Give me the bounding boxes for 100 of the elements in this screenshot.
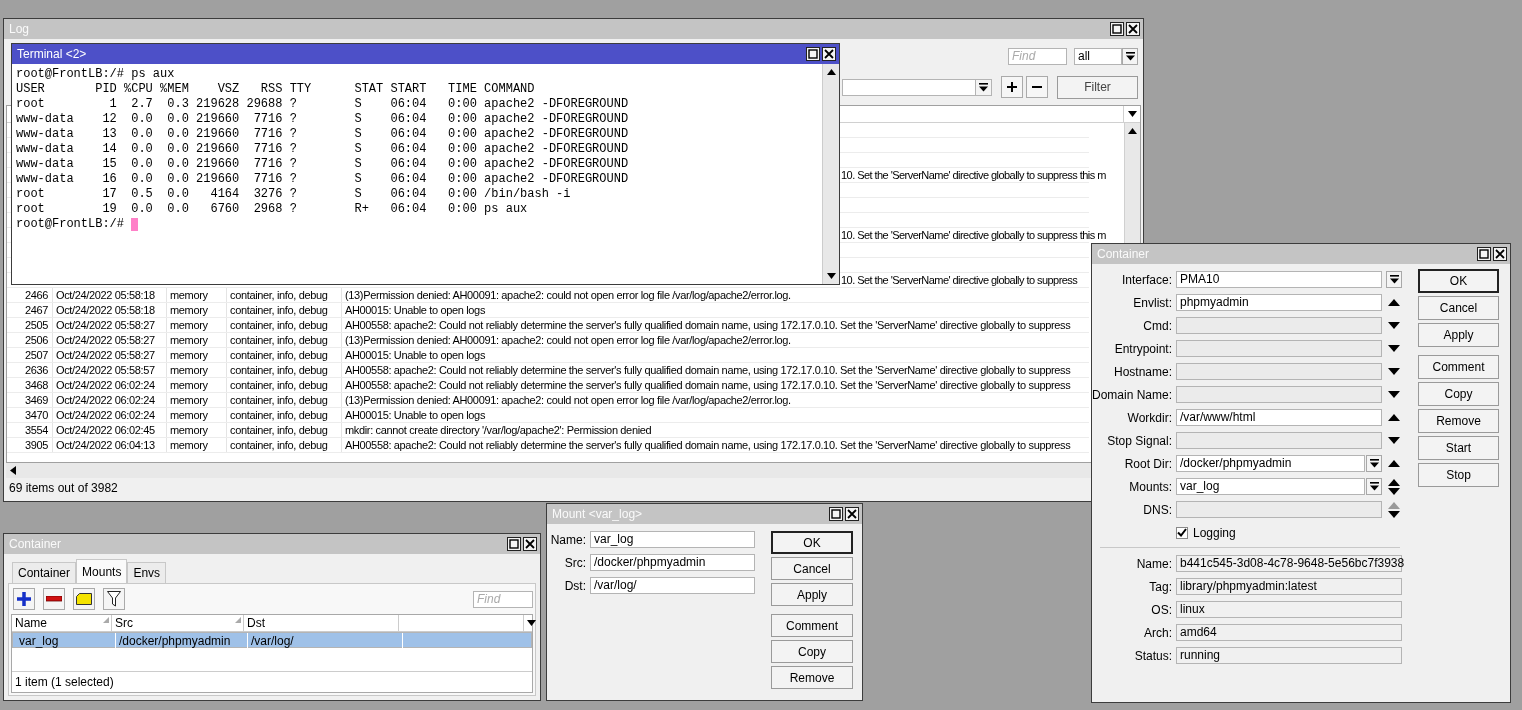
- close-button[interactable]: [1493, 247, 1507, 261]
- field-label: Cmd:: [1142, 318, 1173, 333]
- log-row[interactable]: 2506 Oct/24/2022 05:58:27 memory container, info, debug (13)Permission denied: AH00091: apache2: could not open error log file /var/log/apache2/error.log.: [7, 333, 1089, 348]
- down-arrow-icon[interactable]: [1388, 437, 1401, 444]
- input-field[interactable]: /var/log/: [590, 577, 755, 594]
- find-field[interactable]: Find: [1008, 47, 1067, 65]
- close-button[interactable]: [845, 507, 859, 521]
- log-row[interactable]: 2466 Oct/24/2022 05:58:18 memory container, info, debug (13)Permission denied: AH00091: apache2: could not open error log file /var/log/apache2/error.log.: [7, 288, 1089, 303]
- input-field[interactable]: /docker/phpmyadmin: [1176, 455, 1366, 472]
- dialog-button[interactable]: Copy: [771, 640, 853, 663]
- column-header[interactable]: Name: [12, 615, 112, 631]
- readonly-field: b441c545-3d08-4c78-9648-5e56bc7f3938: [1176, 555, 1402, 572]
- maximize-button[interactable]: [1477, 247, 1491, 261]
- input-field[interactable]: /docker/phpmyadmin: [590, 554, 755, 571]
- dialog-button[interactable]: Cancel: [771, 557, 853, 580]
- maximize-button[interactable]: [806, 47, 820, 61]
- find-field[interactable]: Find: [473, 590, 533, 608]
- log-row[interactable]: 3554 Oct/24/2022 06:02:45 memory container, info, debug mkdir: cannot create directory '/var/log/apache2': Permission denied: [7, 423, 1089, 438]
- dialog-button[interactable]: OK: [771, 531, 853, 554]
- input-field[interactable]: [1176, 501, 1383, 518]
- up-down-arrows-icon[interactable]: [1388, 501, 1401, 518]
- log-row[interactable]: 2636 Oct/24/2022 05:58:57 memory container, info, debug AH00558: apache2: Could not reliably determine the server's fully qualified domain name, using 172.17.0.10. Set the 'ServerName' directive globally to suppress: [7, 363, 1089, 378]
- up-arrow-icon: [826, 69, 836, 75]
- dropdown-icon: [1125, 51, 1135, 61]
- up-arrow-icon: [1128, 128, 1137, 134]
- checkbox[interactable]: [1176, 526, 1188, 539]
- add-button[interactable]: [13, 588, 35, 610]
- dropdown-button[interactable]: [1386, 271, 1403, 288]
- comment-button[interactable]: [73, 588, 95, 610]
- field-label: OS:: [1150, 602, 1173, 617]
- input-field[interactable]: var_log: [590, 531, 755, 548]
- close-button[interactable]: [523, 537, 537, 551]
- maximize-button[interactable]: [507, 537, 521, 551]
- input-field[interactable]: var_log: [1176, 478, 1366, 495]
- dialog-button[interactable]: Remove: [1418, 409, 1499, 433]
- down-arrow-icon[interactable]: [1388, 322, 1401, 329]
- field-label: Entrypoint:: [1113, 341, 1173, 356]
- maximize-button[interactable]: [829, 507, 843, 521]
- field-label: Interface:: [1120, 272, 1173, 287]
- dropdown-field[interactable]: [842, 78, 992, 96]
- log-row[interactable]: 2505 Oct/24/2022 05:58:27 memory container, info, debug AH00558: apache2: Could not reliably determine the server's fully qualified domain name, using 172.17.0.10. Set the 'ServerName' directive globally to suppress: [7, 318, 1089, 333]
- up-down-arrows-icon[interactable]: [1388, 478, 1401, 495]
- log-row[interactable]: 3905 Oct/24/2022 06:04:13 memory container, info, debug AH00558: apache2: Could not reliably determine the server's fully qualified domain name, using 172.17.0.10. Set the 'ServerName' directive globally to suppress: [7, 438, 1089, 453]
- dialog-button[interactable]: Remove: [771, 666, 853, 689]
- terminal-line: www-data 12 0.0 0.0 219660 7716 ? S 06:04 0:00 apache2 -DFOREGROUND: [16, 112, 630, 127]
- add-button[interactable]: [1001, 76, 1023, 98]
- dropdown-arrow-icon: [527, 620, 536, 626]
- up-arrow-icon[interactable]: [1388, 299, 1401, 306]
- dialog-button[interactable]: OK: [1418, 269, 1499, 293]
- up-arrow-icon[interactable]: [1388, 414, 1401, 421]
- dialog-button[interactable]: Comment: [1418, 355, 1499, 379]
- close-button[interactable]: [822, 47, 836, 61]
- up-arrow-icon[interactable]: [1388, 460, 1401, 467]
- topic-select[interactable]: all: [1074, 47, 1122, 65]
- dialog-button[interactable]: Apply: [1418, 323, 1499, 347]
- log-row[interactable]: 2507 Oct/24/2022 05:58:27 memory container, info, debug AH00015: Unable to open logs: [7, 348, 1089, 363]
- log-row[interactable]: 3470 Oct/24/2022 06:02:24 memory container, info, debug AH00015: Unable to open logs: [7, 408, 1089, 423]
- field-label: Dst:: [563, 578, 587, 593]
- input-field[interactable]: [1176, 363, 1383, 380]
- log-row[interactable]: 2467 Oct/24/2022 05:58:18 memory container, info, debug AH00015: Unable to open logs: [7, 303, 1089, 318]
- maximize-button[interactable]: [1110, 22, 1124, 36]
- remove-button[interactable]: [1026, 76, 1048, 98]
- readonly-field: amd64: [1176, 624, 1402, 641]
- dropdown-button[interactable]: [1122, 47, 1138, 65]
- close-button[interactable]: [1126, 22, 1140, 36]
- input-field[interactable]: /var/www/html: [1176, 409, 1383, 426]
- input-field[interactable]: [1176, 432, 1383, 449]
- down-arrow-icon[interactable]: [1388, 368, 1401, 375]
- tab[interactable]: Mounts: [76, 559, 128, 583]
- tab[interactable]: Envs: [127, 562, 167, 583]
- input-field[interactable]: phpmyadmin: [1176, 294, 1383, 311]
- note-icon: [76, 593, 92, 605]
- minus-icon: [46, 596, 62, 602]
- dropdown-icon: [979, 82, 988, 92]
- down-arrow-icon[interactable]: [1388, 391, 1401, 398]
- dialog-button[interactable]: Copy: [1418, 382, 1499, 406]
- input-field[interactable]: [1176, 386, 1383, 403]
- table-row[interactable]: var_log /docker/phpmyadmin /var/log/: [12, 632, 532, 648]
- log-row[interactable]: 3469 Oct/24/2022 06:02:24 memory container, info, debug (13)Permission denied: AH00091: apache2: could not open error log file /var/log/apache2/error.log.: [7, 393, 1089, 408]
- input-field[interactable]: PMA10: [1176, 271, 1383, 288]
- field-label: Status:: [1133, 648, 1173, 663]
- column-header[interactable]: Dst: [244, 615, 399, 631]
- dialog-button[interactable]: Stop: [1418, 463, 1499, 487]
- dropdown-button[interactable]: [1366, 455, 1383, 472]
- dialog-button[interactable]: Apply: [771, 583, 853, 606]
- input-field[interactable]: [1176, 340, 1383, 357]
- dialog-button[interactable]: Comment: [771, 614, 853, 637]
- column-header[interactable]: Src: [112, 615, 244, 631]
- down-arrow-icon[interactable]: [1388, 345, 1401, 352]
- filter-button[interactable]: Filter: [1057, 75, 1138, 99]
- filter-button[interactable]: [103, 588, 125, 610]
- dialog-button[interactable]: Cancel: [1418, 296, 1499, 320]
- dropdown-button[interactable]: [1366, 478, 1383, 495]
- plus-icon: [17, 592, 31, 606]
- dialog-button[interactable]: Start: [1418, 436, 1499, 460]
- input-field[interactable]: [1176, 317, 1383, 334]
- remove-button[interactable]: [43, 588, 65, 610]
- down-arrow-icon: [826, 273, 836, 279]
- log-row[interactable]: 3468 Oct/24/2022 06:02:24 memory container, info, debug AH00558: apache2: Could not reliably determine the server's fully qualified domain name, using 172.17.0.10. Set the 'ServerName' directive globally to suppress: [7, 378, 1089, 393]
- tab[interactable]: Container: [12, 562, 77, 583]
